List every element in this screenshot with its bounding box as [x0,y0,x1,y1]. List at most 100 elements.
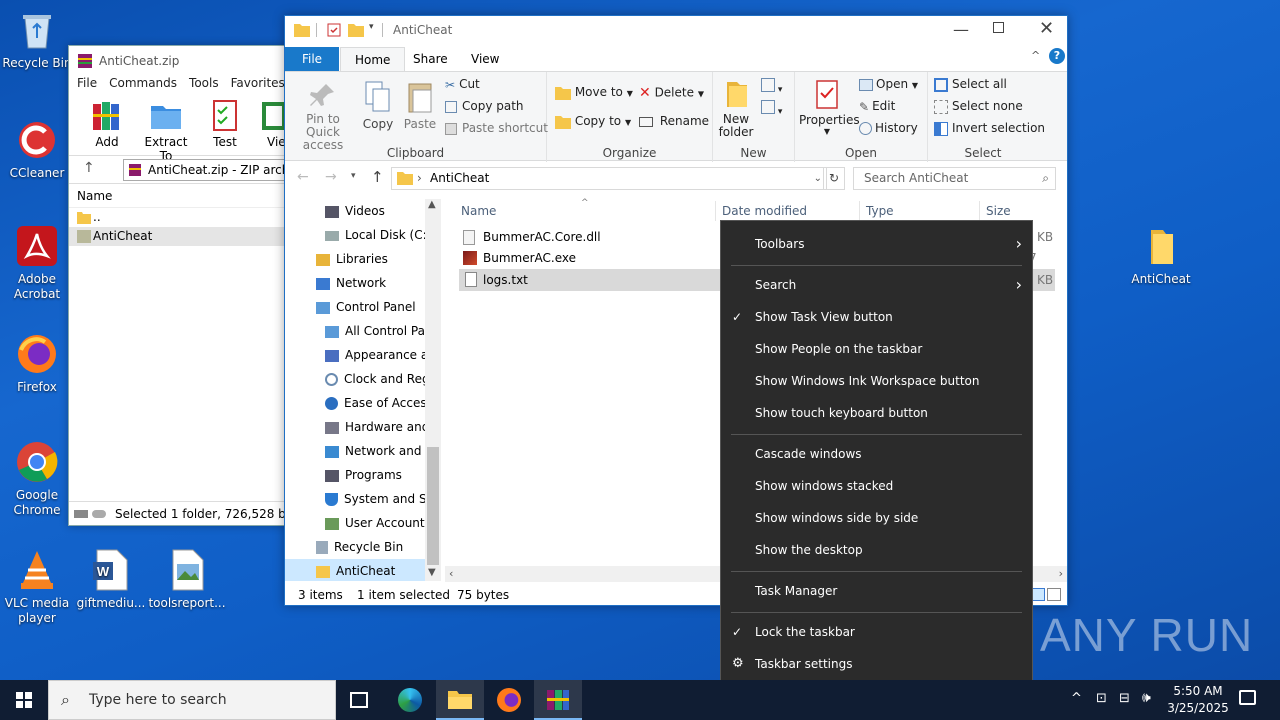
firefox-taskbar-icon[interactable] [497,688,521,712]
nav-item-all-control-panel[interactable]: All Control Par [325,319,430,343]
pin-quick-access-button[interactable]: Pin to Quick access [291,80,355,152]
desktop-icon-vlc[interactable]: VLC media player [0,548,74,626]
menu-item-cascade[interactable]: Cascade windows [721,438,1032,470]
scroll-left-icon[interactable]: ‹ [449,567,453,580]
properties-button[interactable]: Properties ▼ [799,78,860,136]
menu-item-toolbars[interactable]: Toolbars › [721,228,1032,260]
large-icons-view-icon[interactable] [1047,588,1061,601]
nav-item-recycle-bin[interactable]: Recycle Bin [316,535,403,559]
details-view-icon[interactable] [1031,588,1045,601]
desktop-icon-adobe-acrobat[interactable]: Adobe Acrobat [0,224,74,302]
edge-icon[interactable] [398,688,422,712]
paste-shortcut-button[interactable]: Paste shortcut [445,121,548,135]
select-none-button[interactable]: Select none [934,99,1023,114]
edit-button[interactable]: ✎ Edit [859,99,895,114]
address-bar[interactable]: › AntiCheat ⌄ [391,167,827,190]
winrar-add-button[interactable]: Add [83,98,131,149]
copy-path-button[interactable]: Copy path [445,99,524,113]
notification-icon[interactable] [1239,690,1256,705]
menu-item-touch-keyboard[interactable]: Show touch keyboard button [721,397,1032,429]
winrar-menu-file[interactable]: File [77,76,97,96]
copy-to-button[interactable]: Copy to ▼ [555,114,631,129]
menu-item-taskbar-settings[interactable]: ⚙ Taskbar settings [721,648,1032,680]
desktop-icon-google-chrome[interactable]: Google Chrome [0,440,74,518]
volume-tray-icon[interactable]: 🕪 [1142,690,1151,706]
winrar-extract-button[interactable]: Extract To [137,98,195,163]
winrar-test-button[interactable]: Test [201,98,249,149]
clock[interactable]: 5:50 AM 3/25/2025 [1160,683,1236,717]
properties-check-icon[interactable] [327,23,341,37]
copy-button[interactable]: Copy [361,80,395,131]
winrar-path-field[interactable]: AntiCheat.zip - ZIP archive [123,159,293,181]
winrar-menu-favorites[interactable]: Favorites [231,76,285,96]
nav-item-anticheat[interactable]: AntiCheat [285,559,425,581]
menu-item-task-view[interactable]: ✓ Show Task View button [721,301,1032,333]
nav-item-local-disk[interactable]: Local Disk (C:) [325,223,431,247]
nav-item-libraries[interactable]: Libraries [316,247,388,271]
desktop-icon-recycle-bin[interactable]: Recycle Bin [0,8,74,71]
menu-item-people[interactable]: Show People on the taskbar [721,333,1032,365]
winrar-menu-tools[interactable]: Tools [189,76,219,96]
nav-scrollbar[interactable]: ▲ ▼ [425,199,441,581]
scroll-up-icon[interactable]: ▲ [428,199,436,210]
nav-item-clock[interactable]: Clock and Regi [325,367,433,391]
new-folder-icon[interactable] [348,23,364,37]
nav-item-control-panel[interactable]: Control Panel [316,295,416,319]
nav-item-hardware[interactable]: Hardware and [325,415,429,439]
column-name[interactable]: Name [461,199,496,223]
menu-item-task-manager[interactable]: Task Manager [721,575,1032,607]
menu-item-search[interactable]: Search › [721,269,1032,301]
desktop-icon-ccleaner[interactable]: CCleaner [0,118,74,181]
winrar-row[interactable]: .. [69,208,287,227]
invert-selection-button[interactable]: Invert selection [934,121,1045,136]
winrar-column-header[interactable]: Name [69,184,287,208]
menu-item-ink-workspace[interactable]: Show Windows Ink Workspace button [721,365,1032,397]
refresh-button[interactable]: ↻ [823,167,845,190]
qat-dropdown-icon[interactable]: ▾ [369,22,374,32]
desktop-icon-toolsreport[interactable]: toolsreport... [148,548,226,611]
menu-item-stacked[interactable]: Show windows stacked [721,470,1032,502]
desktop-icon-anticheat[interactable]: AntiCheat [1124,224,1198,287]
tab-home[interactable]: Home [340,47,406,72]
recent-locations-icon[interactable]: ▾ [351,171,356,181]
close-icon[interactable]: ✕ [1039,18,1054,39]
menu-item-show-desktop[interactable]: Show the desktop [721,534,1032,566]
nav-item-ease-of-access[interactable]: Ease of Access [325,391,433,415]
nav-up-icon[interactable]: ↑ [371,168,384,186]
address-dropdown-icon[interactable]: ⌄ [814,168,822,189]
menu-item-lock-taskbar[interactable]: ✓ Lock the taskbar [721,616,1032,648]
nav-item-network[interactable]: Network [316,271,386,295]
ribbon-collapse-icon[interactable]: ^ [1031,49,1040,62]
nav-back-icon[interactable]: ← [297,169,309,185]
new-item-button[interactable]: ▾ [761,78,782,95]
start-button[interactable] [0,680,48,720]
menu-item-side-by-side[interactable]: Show windows side by side [721,502,1032,534]
nav-item-videos[interactable]: Videos [325,199,385,223]
open-button[interactable]: Open ▼ [859,77,918,91]
nav-forward-icon[interactable]: → [325,169,337,185]
scroll-right-icon[interactable]: › [1059,567,1063,580]
network-tray-icon[interactable]: ⊡ [1096,691,1107,706]
minimize-icon[interactable]: — [953,20,969,39]
desktop-icon-firefox[interactable]: Firefox [0,332,74,395]
nav-item-system-security[interactable]: System and Se [325,487,434,511]
select-all-button[interactable]: Select all [934,77,1007,92]
move-to-button[interactable]: Move to ▼ [555,85,633,100]
tab-share[interactable]: Share [399,47,462,71]
nav-item-user-accounts[interactable]: User Accounts [325,511,431,535]
tray-chevron-icon[interactable]: ^ [1071,691,1082,706]
tab-file[interactable]: File [285,47,339,71]
scroll-thumb[interactable] [427,447,439,565]
tab-view[interactable]: View [457,47,513,71]
desktop-icon-giftmedium[interactable]: W giftmediu... [72,548,150,611]
history-button[interactable]: History [859,121,918,135]
scroll-down-icon[interactable]: ▼ [428,567,436,578]
search-box[interactable]: Search AntiCheat ⌕ [853,167,1056,190]
up-arrow-icon[interactable]: ↑ [83,160,95,176]
delete-button[interactable]: ✕ Delete ▼ [639,85,704,101]
new-folder-button[interactable]: New folder [717,78,755,139]
task-view-icon[interactable] [350,692,368,708]
file-explorer-taskbar-button[interactable] [436,680,484,720]
cut-button[interactable]: ✂ Cut [445,77,480,92]
ethernet-tray-icon[interactable]: ⊟ [1119,691,1130,706]
